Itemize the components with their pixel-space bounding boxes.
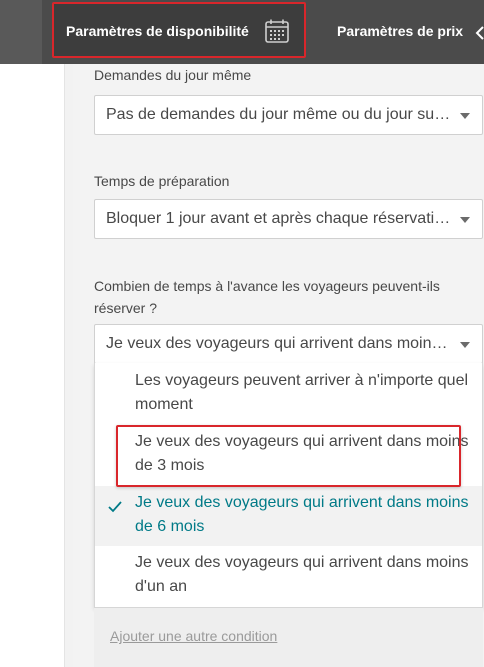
tab-bar-left-area (0, 0, 42, 64)
advance-select[interactable]: Je veux des voyageurs qui arrivent dans … (94, 324, 483, 364)
add-condition-link[interactable]: Ajouter une autre condition (110, 628, 277, 644)
chevron-down-icon (460, 217, 470, 223)
left-pane (0, 64, 65, 667)
advance-value: Je veux des voyageurs qui arrivent dans … (106, 335, 451, 352)
check-icon (108, 501, 122, 513)
same-day-select[interactable]: Pas de demandes du jour même ou du jour … (94, 95, 483, 135)
dropdown-option[interactable]: Je veux des voyageurs qui arrivent dans … (95, 546, 482, 607)
tab-availability-label: Paramètres de disponibilité (66, 23, 249, 39)
dropdown-option-selected[interactable]: Je veux des voyageurs qui arrivent dans … (95, 486, 482, 546)
prep-time-select[interactable]: Bloquer 1 jour avant et après chaque rés… (94, 199, 483, 239)
prep-time-value: Bloquer 1 jour avant et après chaque rés… (106, 210, 451, 227)
chevron-down-icon (460, 342, 470, 348)
tab-price-settings[interactable]: Paramètres de prix (337, 23, 463, 39)
advance-label: Combien de temps à l'avance les voyageur… (94, 278, 440, 316)
dropdown-option[interactable]: Les voyageurs peuvent arriver à n'import… (95, 363, 482, 425)
chevron-left-icon[interactable] (474, 24, 484, 42)
chevron-down-icon (460, 113, 470, 119)
same-day-value: Pas de demandes du jour même ou du jour … (106, 106, 451, 123)
calendar-icon (265, 19, 289, 43)
tab-bar: Paramètres de disponibilité Paramètres d… (0, 0, 484, 64)
dropdown-option-label: Je veux des voyageurs qui arrivent dans … (135, 494, 469, 535)
dropdown-option-label: Les voyageurs peuvent arriver à n'import… (135, 372, 469, 413)
same-day-label: Demandes du jour même (94, 67, 252, 83)
tab-availability-settings[interactable]: Paramètres de disponibilité (52, 2, 306, 58)
dropdown-option-label: Je veux des voyageurs qui arrivent dans … (135, 554, 469, 595)
highlight-annotation (116, 425, 461, 487)
prep-time-label: Temps de préparation (94, 173, 230, 189)
